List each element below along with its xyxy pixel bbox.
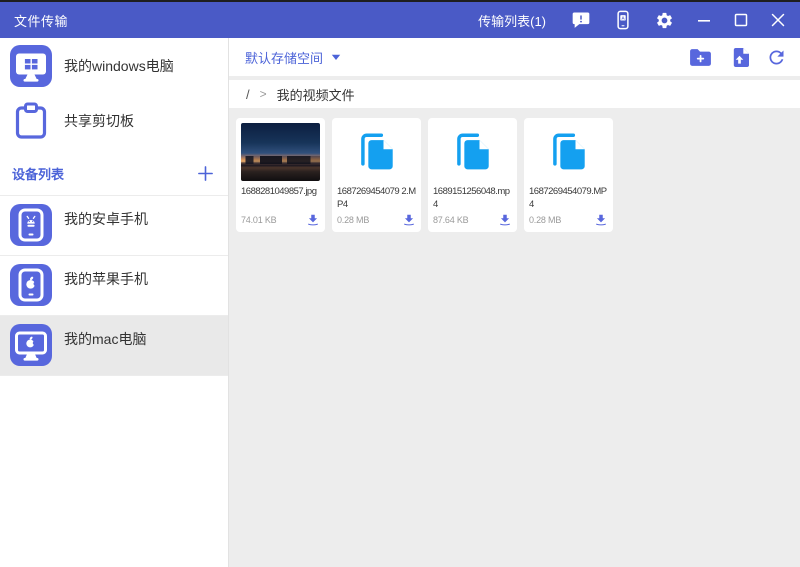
download-icon[interactable] bbox=[594, 213, 608, 227]
windows-computer-icon bbox=[10, 44, 52, 87]
download-icon[interactable] bbox=[498, 213, 512, 227]
file-size: 87.64 KB bbox=[433, 215, 469, 225]
minimize-icon[interactable] bbox=[697, 13, 711, 27]
file-grid: 1688281049857.jpg 74.01 KB 1687269454079… bbox=[236, 118, 800, 232]
main-panel: 默认存储空间 / > 我的视频文件 1688281049857.jpg 74.0… bbox=[229, 38, 800, 567]
titlebar-actions: 传输列表(1) A bbox=[478, 9, 785, 31]
app-window: 文件传输 传输列表(1) A 我的windows电脑 共享剪切板 设备列表 我的… bbox=[0, 0, 800, 567]
android-phone-icon bbox=[10, 204, 52, 246]
download-icon[interactable] bbox=[306, 213, 320, 227]
upload-file-icon[interactable] bbox=[730, 46, 749, 69]
titlebar: 文件传输 传输列表(1) A bbox=[0, 2, 800, 38]
sidebar-item-label: 我的windows电脑 bbox=[64, 57, 174, 74]
file-card[interactable]: 1687269454079.MP4 0.28 MB bbox=[524, 118, 613, 232]
apple-phone-icon bbox=[10, 264, 52, 306]
breadcrumb: / > 我的视频文件 bbox=[229, 80, 800, 108]
file-size: 74.01 KB bbox=[241, 215, 277, 225]
add-device-icon[interactable] bbox=[197, 165, 214, 182]
sidebar-device-apple-phone[interactable]: 我的苹果手机 bbox=[0, 255, 228, 315]
file-size: 0.28 MB bbox=[529, 215, 562, 225]
device-label: 我的mac电脑 bbox=[64, 331, 147, 347]
breadcrumb-root[interactable]: / bbox=[246, 87, 250, 102]
mac-computer-icon bbox=[10, 324, 52, 366]
device-label: 我的安卓手机 bbox=[64, 211, 148, 227]
file-size: 0.28 MB bbox=[337, 215, 370, 225]
device-list-title: 设备列表 bbox=[12, 167, 65, 182]
file-name: 1687269454079.MP4 bbox=[529, 186, 607, 210]
file-card[interactable]: 1688281049857.jpg 74.01 KB bbox=[236, 118, 325, 232]
settings-gear-icon[interactable] bbox=[655, 11, 674, 30]
sidebar-item-my-computer[interactable]: 我的windows电脑 bbox=[0, 38, 228, 93]
close-icon[interactable] bbox=[771, 13, 785, 27]
breadcrumb-current-folder[interactable]: 我的视频文件 bbox=[277, 85, 355, 104]
chevron-down-icon bbox=[331, 54, 341, 60]
video-file-icon bbox=[337, 123, 416, 181]
storage-dropdown[interactable]: 默认存储空间 bbox=[245, 48, 341, 67]
file-card[interactable]: 1687269454079 2.MP4 0.28 MB bbox=[332, 118, 421, 232]
thumbnail-skyline bbox=[241, 156, 320, 165]
sidebar: 我的windows电脑 共享剪切板 设备列表 我的安卓手机 我的苹果手机 我的m… bbox=[0, 38, 229, 567]
file-card[interactable]: 1689151256048.mp4 87.64 KB bbox=[428, 118, 517, 232]
video-file-icon bbox=[433, 123, 512, 181]
transfer-list-button[interactable]: 传输列表(1) bbox=[478, 11, 546, 30]
phone-a-icon[interactable]: A bbox=[614, 9, 632, 31]
device-list-divider bbox=[0, 375, 228, 376]
sidebar-device-mac-computer[interactable]: 我的mac电脑 bbox=[0, 315, 228, 375]
video-file-icon bbox=[529, 123, 608, 181]
download-icon[interactable] bbox=[402, 213, 416, 227]
breadcrumb-separator-icon: > bbox=[259, 87, 267, 101]
new-folder-icon[interactable] bbox=[688, 47, 713, 68]
sidebar-item-shared-clipboard[interactable]: 共享剪切板 bbox=[0, 93, 228, 148]
image-thumbnail bbox=[241, 123, 320, 181]
storage-toolbar: 默认存储空间 bbox=[229, 38, 800, 76]
toolbar-actions bbox=[688, 46, 787, 69]
maximize-icon[interactable] bbox=[734, 13, 748, 27]
clipboard-icon bbox=[10, 100, 52, 142]
file-name: 1688281049857.jpg bbox=[241, 186, 317, 197]
feedback-icon[interactable] bbox=[571, 10, 591, 30]
app-title: 文件传输 bbox=[14, 13, 69, 29]
file-area: 1688281049857.jpg 74.01 KB 1687269454079… bbox=[229, 108, 800, 232]
refresh-icon[interactable] bbox=[766, 47, 787, 68]
sidebar-device-android-phone[interactable]: 我的安卓手机 bbox=[0, 195, 228, 255]
file-name: 1689151256048.mp4 bbox=[433, 186, 510, 210]
device-label: 我的苹果手机 bbox=[64, 271, 148, 287]
storage-dropdown-label: 默认存储空间 bbox=[245, 50, 324, 66]
file-name: 1687269454079 2.MP4 bbox=[337, 186, 416, 210]
sidebar-item-label: 共享剪切板 bbox=[64, 112, 134, 129]
device-list-header: 设备列表 bbox=[0, 148, 228, 195]
